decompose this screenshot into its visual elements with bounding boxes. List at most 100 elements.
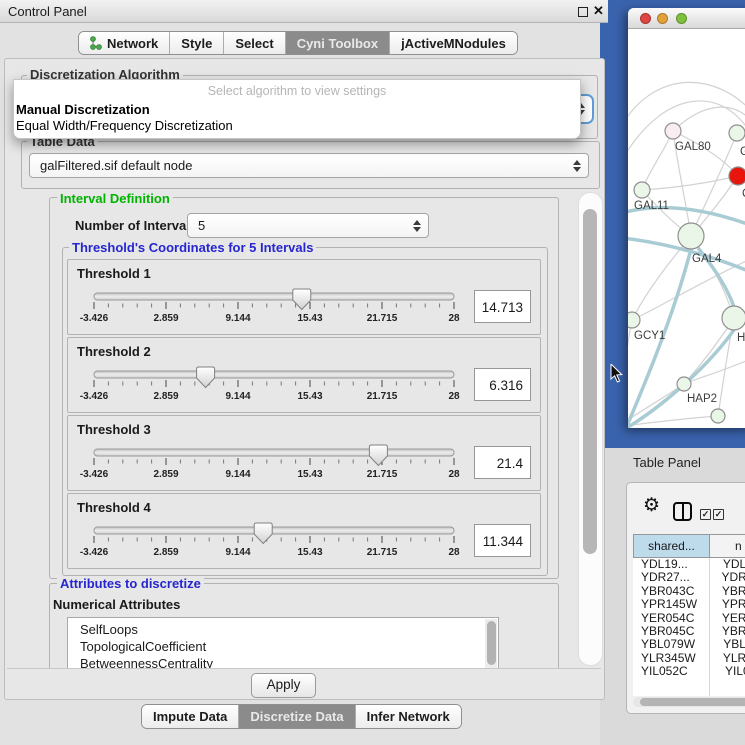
checkbox-icon[interactable]: ✓	[700, 509, 711, 520]
tab-impute-data[interactable]: Impute Data	[142, 705, 238, 728]
slider-tick-label: 21.715	[367, 391, 398, 402]
threshold-panel: Threshold 4 -3.4262.8599.14415.4321.71528…	[67, 493, 541, 569]
table-row[interactable]: YLR345WYLR3	[633, 652, 745, 665]
table-cell[interactable]: YBR0	[714, 625, 745, 638]
threshold-value-field[interactable]: 6.316	[474, 368, 531, 401]
node-table[interactable]: YDL19...YDL1YDR27...YDR2YBR043CYBR0YPR14…	[633, 558, 745, 696]
slider-track[interactable]	[94, 293, 454, 300]
table-row[interactable]: YIL052CYIL0	[633, 665, 745, 678]
attribute-list-item[interactable]: SelfLoops	[68, 621, 498, 638]
table-cell[interactable]: YLR345W	[633, 652, 715, 665]
table-row[interactable]: YDL19...YDL1	[633, 558, 745, 571]
threshold-value-field[interactable]: 21.4	[474, 446, 531, 479]
table-data-combo[interactable]: galFiltered.sif default node	[29, 153, 589, 178]
threshold-value-field[interactable]: 11.344	[474, 524, 531, 557]
table-row[interactable]: YPR145WYPR1	[633, 598, 745, 611]
network-node[interactable]	[722, 306, 745, 330]
column-header[interactable]: n	[710, 534, 745, 558]
tab-network[interactable]: Network	[79, 32, 169, 54]
table-cell[interactable]: YBR043C	[633, 585, 714, 598]
tab-infer-network[interactable]: Infer Network	[355, 705, 461, 728]
network-node[interactable]	[729, 167, 745, 185]
slider-thumb[interactable]	[197, 367, 215, 388]
vertical-scrollbar-thumb[interactable]	[583, 209, 597, 554]
network-canvas[interactable]: GAL80GACGAL11GAL4GCY1HHAP2	[628, 28, 745, 428]
checkbox-icon[interactable]: ✓	[713, 509, 724, 520]
tab-discretize-data[interactable]: Discretize Data	[238, 705, 354, 728]
slider-track[interactable]	[94, 527, 454, 534]
table-row[interactable]: YBR045CYBR0	[633, 625, 745, 638]
slider-track[interactable]	[94, 449, 454, 456]
settings-gear-icon[interactable]: ⚙	[643, 496, 660, 515]
table-row[interactable]: YBR043CYBR0	[633, 585, 745, 598]
list-scrollbar-thumb[interactable]	[487, 621, 496, 665]
horizontal-scrollbar-thumb[interactable]	[640, 698, 745, 706]
threshold-slider[interactable]: -3.4262.8599.14415.4321.71528	[86, 444, 486, 488]
columns-icon[interactable]	[673, 502, 692, 521]
close-icon[interactable]: ✕	[593, 3, 604, 19]
network-node[interactable]	[729, 125, 745, 141]
table-cell[interactable]: YLR3	[715, 652, 745, 665]
network-window-titlebar[interactable]	[628, 8, 745, 29]
threshold-label: Threshold 4	[77, 500, 151, 515]
column-header[interactable]: shared...	[633, 534, 710, 558]
horizontal-scrollbar[interactable]	[633, 697, 745, 707]
table-cell[interactable]: YBR0	[714, 585, 745, 598]
table-row[interactable]: YER054CYER0	[633, 612, 745, 625]
table-cell[interactable]: YIL052C	[633, 665, 717, 678]
table-cell[interactable]: YPR145W	[633, 598, 714, 611]
algorithm-option[interactable]: Equal Width/Frequency Discretization	[16, 118, 233, 133]
threshold-slider[interactable]: -3.4262.8599.14415.4321.71528	[86, 522, 486, 566]
network-node[interactable]	[711, 409, 725, 423]
minimize-traffic-light[interactable]	[657, 13, 668, 24]
num-intervals-combo[interactable]: 5	[187, 213, 429, 238]
table-cell[interactable]: YER0	[714, 612, 745, 625]
slider-track[interactable]	[94, 371, 454, 378]
threshold-slider[interactable]: -3.4262.8599.14415.4321.71528	[86, 288, 486, 332]
table-cell[interactable]: YBL079W	[633, 638, 715, 651]
threshold-value-field[interactable]: 14.713	[474, 290, 531, 323]
slider-tick-label: -3.426	[80, 469, 109, 480]
network-view-window[interactable]: GAL80GACGAL11GAL4GCY1HHAP2	[628, 8, 745, 428]
control-panel-titlebar[interactable]	[0, 0, 608, 23]
slider-thumb[interactable]	[254, 523, 272, 544]
vertical-scrollbar[interactable]	[578, 192, 603, 666]
algorithm-option[interactable]: Manual Discretization	[16, 102, 150, 117]
network-node[interactable]	[678, 223, 704, 249]
table-cell[interactable]: YBL0	[715, 638, 745, 651]
network-node[interactable]	[677, 377, 691, 391]
column-divider	[709, 558, 710, 696]
zoom-traffic-light[interactable]	[676, 13, 687, 24]
list-scrollbar[interactable]	[485, 619, 497, 668]
table-cell[interactable]: YIL0	[717, 665, 745, 678]
table-row[interactable]: YBL079WYBL0	[633, 638, 745, 651]
attributes-list[interactable]: SelfLoopsTopologicalCoefficientBetweenne…	[67, 617, 499, 668]
attribute-list-item[interactable]: TopologicalCoefficient	[68, 638, 498, 655]
table-cell[interactable]: YDR2	[713, 571, 745, 584]
table-cell[interactable]: YPR1	[714, 598, 745, 611]
apply-button[interactable]: Apply	[251, 673, 316, 698]
float-window-icon[interactable]	[578, 7, 588, 17]
network-node[interactable]	[628, 312, 640, 328]
table-cell[interactable]: YBR045C	[633, 625, 714, 638]
network-node[interactable]	[665, 123, 681, 139]
combo-stepper-icon[interactable]	[413, 220, 421, 232]
threshold-label: Threshold 1	[77, 266, 151, 281]
attribute-list-item[interactable]: BetweennessCentrality	[68, 655, 498, 668]
table-cell[interactable]: YDL19...	[633, 558, 715, 571]
tab-jactivemnodules[interactable]: jActiveMNodules	[389, 32, 517, 54]
slider-thumb[interactable]	[369, 445, 387, 466]
table-row[interactable]: YDR27...YDR2	[633, 571, 745, 584]
table-cell[interactable]: YDR27...	[633, 571, 713, 584]
combo-stepper-icon[interactable]	[573, 160, 581, 172]
table-cell[interactable]: YDL1	[715, 558, 745, 571]
table-cell[interactable]: YER054C	[633, 612, 714, 625]
slider-tick-label: 28	[448, 547, 460, 558]
threshold-slider[interactable]: -3.4262.8599.14415.4321.71528	[86, 366, 486, 410]
close-traffic-light[interactable]	[640, 13, 651, 24]
tab-select[interactable]: Select	[223, 32, 284, 54]
tab-cyni-toolbox[interactable]: Cyni Toolbox	[285, 32, 389, 54]
network-node[interactable]	[634, 182, 650, 198]
slider-tick-label: -3.426	[80, 547, 109, 558]
tab-style[interactable]: Style	[169, 32, 223, 54]
